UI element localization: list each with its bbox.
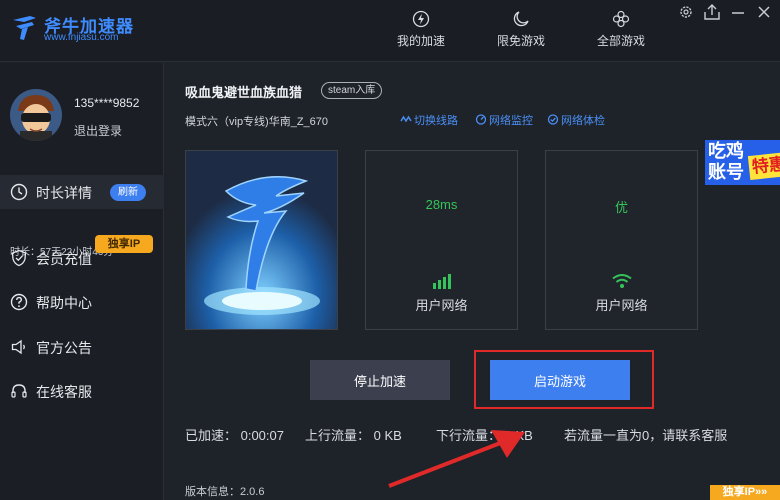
avatar-image bbox=[10, 89, 62, 141]
speaker-icon bbox=[11, 339, 25, 355]
sidebar-item-support[interactable]: 在线客服 bbox=[0, 374, 164, 408]
app-url: www.fnjiasu.com bbox=[44, 32, 119, 43]
logout-link[interactable]: 退出登录 bbox=[74, 122, 122, 139]
settings-icon[interactable] bbox=[676, 4, 696, 20]
version-info: 版本信息：2.0.6 bbox=[185, 486, 265, 498]
avatar[interactable] bbox=[10, 89, 62, 141]
lightning-icon bbox=[412, 10, 430, 28]
sidebar-item-duration[interactable]: 时长详情 刷新 bbox=[0, 175, 164, 209]
sidebar-item-recharge[interactable]: 会员充值 bbox=[0, 241, 164, 275]
promo-line-2: 账号 bbox=[708, 162, 744, 182]
promo-banner[interactable]: 吃鸡 账号 特惠 bbox=[705, 140, 780, 185]
latency-value: 28ms bbox=[425, 197, 458, 212]
upload-traffic: 上行流量： 0 KB bbox=[305, 428, 402, 443]
nav-label: 限免游戏 bbox=[496, 34, 545, 48]
cover-art bbox=[186, 151, 337, 329]
game-cover-image bbox=[185, 150, 338, 330]
game-title: 吸血鬼避世血族血猎 bbox=[185, 85, 303, 100]
wifi-icon bbox=[612, 274, 632, 288]
sidebar-item-label: 时长详情 bbox=[36, 185, 92, 201]
nav-free-games[interactable]: 限免游戏 bbox=[476, 10, 566, 54]
user-phone: 135****9852 bbox=[74, 96, 140, 110]
latency-card: 28ms 用户网络 bbox=[365, 150, 518, 330]
nav-all-games[interactable]: 全部游戏 bbox=[576, 10, 666, 54]
sidebar-item-label: 在线客服 bbox=[36, 384, 92, 400]
network-check-label: 网络体检 bbox=[561, 115, 605, 127]
moon-icon bbox=[513, 11, 529, 27]
steam-tag[interactable]: steam入库 bbox=[321, 82, 383, 99]
app-header: 斧牛加速器 www.fnjiasu.com 我的加速 限免游戏 全部游戏 bbox=[0, 0, 780, 62]
network-check-link[interactable]: 网络体检 bbox=[547, 112, 605, 128]
nav-label: 我的加速 bbox=[396, 34, 445, 48]
check-icon bbox=[547, 114, 559, 125]
promo-line-1: 吃鸡 bbox=[708, 141, 744, 161]
switch-route-link[interactable]: 切换线路 bbox=[400, 112, 458, 128]
accelerated-time: 已加速： 0:00:07 bbox=[185, 428, 284, 443]
switch-route-label: 切换线路 bbox=[414, 115, 458, 127]
app-logo: 斧牛加速器 www.fnjiasu.com bbox=[10, 10, 140, 50]
network-monitor-link[interactable]: 网络监控 bbox=[475, 112, 533, 128]
promo-tag: 特惠 bbox=[747, 151, 780, 181]
sidebar-item-help[interactable]: 帮助中心 bbox=[0, 285, 164, 319]
sidebar-item-label: 帮助中心 bbox=[36, 295, 92, 311]
clock-icon bbox=[10, 183, 28, 201]
upload-icon[interactable] bbox=[702, 4, 722, 20]
sidebar-item-label: 官方公告 bbox=[36, 340, 92, 356]
stop-acceleration-button[interactable]: 停止加速 bbox=[310, 360, 450, 400]
network-quality-value: 优 bbox=[614, 200, 628, 215]
monitor-icon bbox=[475, 114, 487, 125]
exclusive-ip-banner[interactable]: 独享IP»» bbox=[710, 485, 780, 500]
signal-bars-icon bbox=[433, 274, 451, 289]
latency-label: 用户网络 bbox=[415, 298, 468, 313]
headset-icon bbox=[11, 384, 27, 398]
acceleration-mode: 模式六（vip专线)华南_Z_670 bbox=[185, 116, 329, 128]
sidebar: 135****9852 退出登录 时长详情 刷新 时长：57天22小时46分 独… bbox=[0, 63, 164, 500]
axe-logo-icon bbox=[13, 16, 36, 40]
flower-icon bbox=[612, 10, 630, 28]
network-monitor-label: 网络监控 bbox=[489, 115, 533, 127]
network-quality-card: 优 用户网络 bbox=[545, 150, 698, 330]
sidebar-item-announcement[interactable]: 官方公告 bbox=[0, 330, 164, 364]
refresh-button[interactable]: 刷新 bbox=[110, 184, 146, 201]
shield-icon bbox=[11, 249, 27, 267]
traffic-hint: 若流量一直为0，请联系客服 bbox=[564, 428, 728, 443]
start-game-button[interactable]: 启动游戏 bbox=[490, 360, 630, 400]
route-icon bbox=[400, 115, 412, 123]
sidebar-item-label: 会员充值 bbox=[36, 251, 92, 267]
nav-label: 全部游戏 bbox=[596, 34, 645, 48]
help-icon bbox=[10, 293, 28, 311]
nav-my-acceleration[interactable]: 我的加速 bbox=[376, 10, 466, 54]
minimize-icon[interactable] bbox=[728, 4, 748, 20]
network-quality-label: 用户网络 bbox=[595, 298, 648, 313]
close-icon[interactable] bbox=[754, 4, 774, 20]
download-traffic: 下行流量： 0 KB bbox=[436, 428, 533, 443]
